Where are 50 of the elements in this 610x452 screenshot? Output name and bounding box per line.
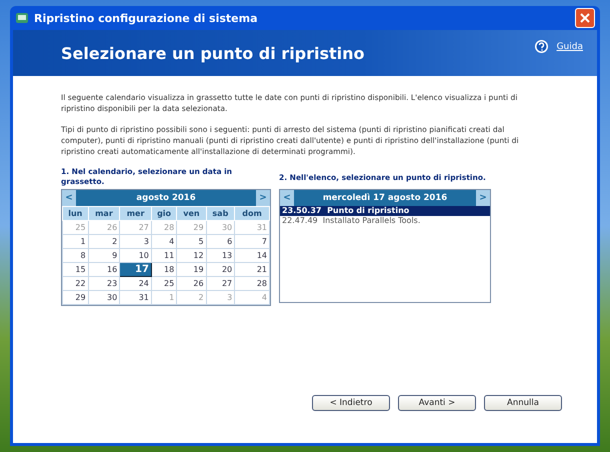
calendar-day[interactable]: 7 (234, 234, 270, 248)
wizard-button[interactable]: Annulla (484, 395, 562, 411)
weekday-header: mer (120, 206, 152, 220)
calendar-day[interactable]: 15 (62, 262, 88, 276)
weekday-header: sab (206, 206, 235, 220)
page-title: Selezionare un punto di ripristino (61, 44, 366, 62)
calendar-day[interactable]: 31 (120, 290, 152, 304)
calendar-day[interactable]: 5 (176, 234, 206, 248)
calendar-day[interactable]: 1 (62, 234, 88, 248)
calendar-day[interactable]: 9 (88, 248, 120, 262)
list-item[interactable]: 23.50.37 Punto di ripristino (280, 206, 490, 216)
calendar-day[interactable]: 18 (151, 262, 177, 276)
calendar-day[interactable]: 23 (88, 276, 120, 290)
calendar-day[interactable]: 14 (234, 248, 270, 262)
calendar-day[interactable]: 11 (151, 248, 177, 262)
calendar-day[interactable]: 12 (176, 248, 206, 262)
calendar-day[interactable]: 21 (234, 262, 270, 276)
calendar-day[interactable]: 29 (62, 290, 88, 304)
weekday-header: mar (88, 206, 120, 220)
calendar-day[interactable]: 13 (206, 248, 235, 262)
calendar-day[interactable]: 28 (234, 276, 270, 290)
wizard-button[interactable]: Avanti > (398, 395, 476, 411)
help-icon[interactable] (534, 39, 549, 54)
calendar-day[interactable]: 19 (176, 262, 206, 276)
calendar-day[interactable]: 17 (120, 262, 152, 276)
calendar-day[interactable]: 20 (206, 262, 235, 276)
close-button[interactable] (575, 8, 595, 28)
weekday-header: ven (176, 206, 206, 220)
calendar-day[interactable]: 30 (88, 290, 120, 304)
help-link[interactable]: Guida (556, 42, 583, 52)
wizard-button[interactable]: < Indietro (312, 395, 390, 411)
month-title: agosto 2016 (135, 192, 197, 205)
calendar-day[interactable]: 26 (176, 276, 206, 290)
calendar-day[interactable]: 6 (206, 234, 235, 248)
close-icon (580, 13, 590, 23)
calendar-day[interactable]: 4 (151, 234, 177, 248)
date-title: mercoledì 17 agosto 2016 (322, 192, 448, 205)
calendar-day[interactable]: 8 (62, 248, 88, 262)
calendar-day[interactable]: 24 (120, 276, 152, 290)
window-title: Ripristino configurazione di sistema (34, 12, 259, 24)
calendar-day[interactable]: 22 (62, 276, 88, 290)
list-item[interactable]: 22.47.49 Installato Parallels Tools. (280, 216, 490, 226)
weekday-header: gio (151, 206, 177, 220)
restore-icon (15, 11, 29, 25)
weekday-header: dom (234, 206, 270, 220)
weekday-header: lun (62, 206, 88, 220)
calendar-day[interactable]: 2 (88, 234, 120, 248)
calendar-day[interactable]: 3 (120, 234, 152, 248)
calendar-day[interactable]: 27 (206, 276, 235, 290)
calendar-day[interactable]: 25 (151, 276, 177, 290)
